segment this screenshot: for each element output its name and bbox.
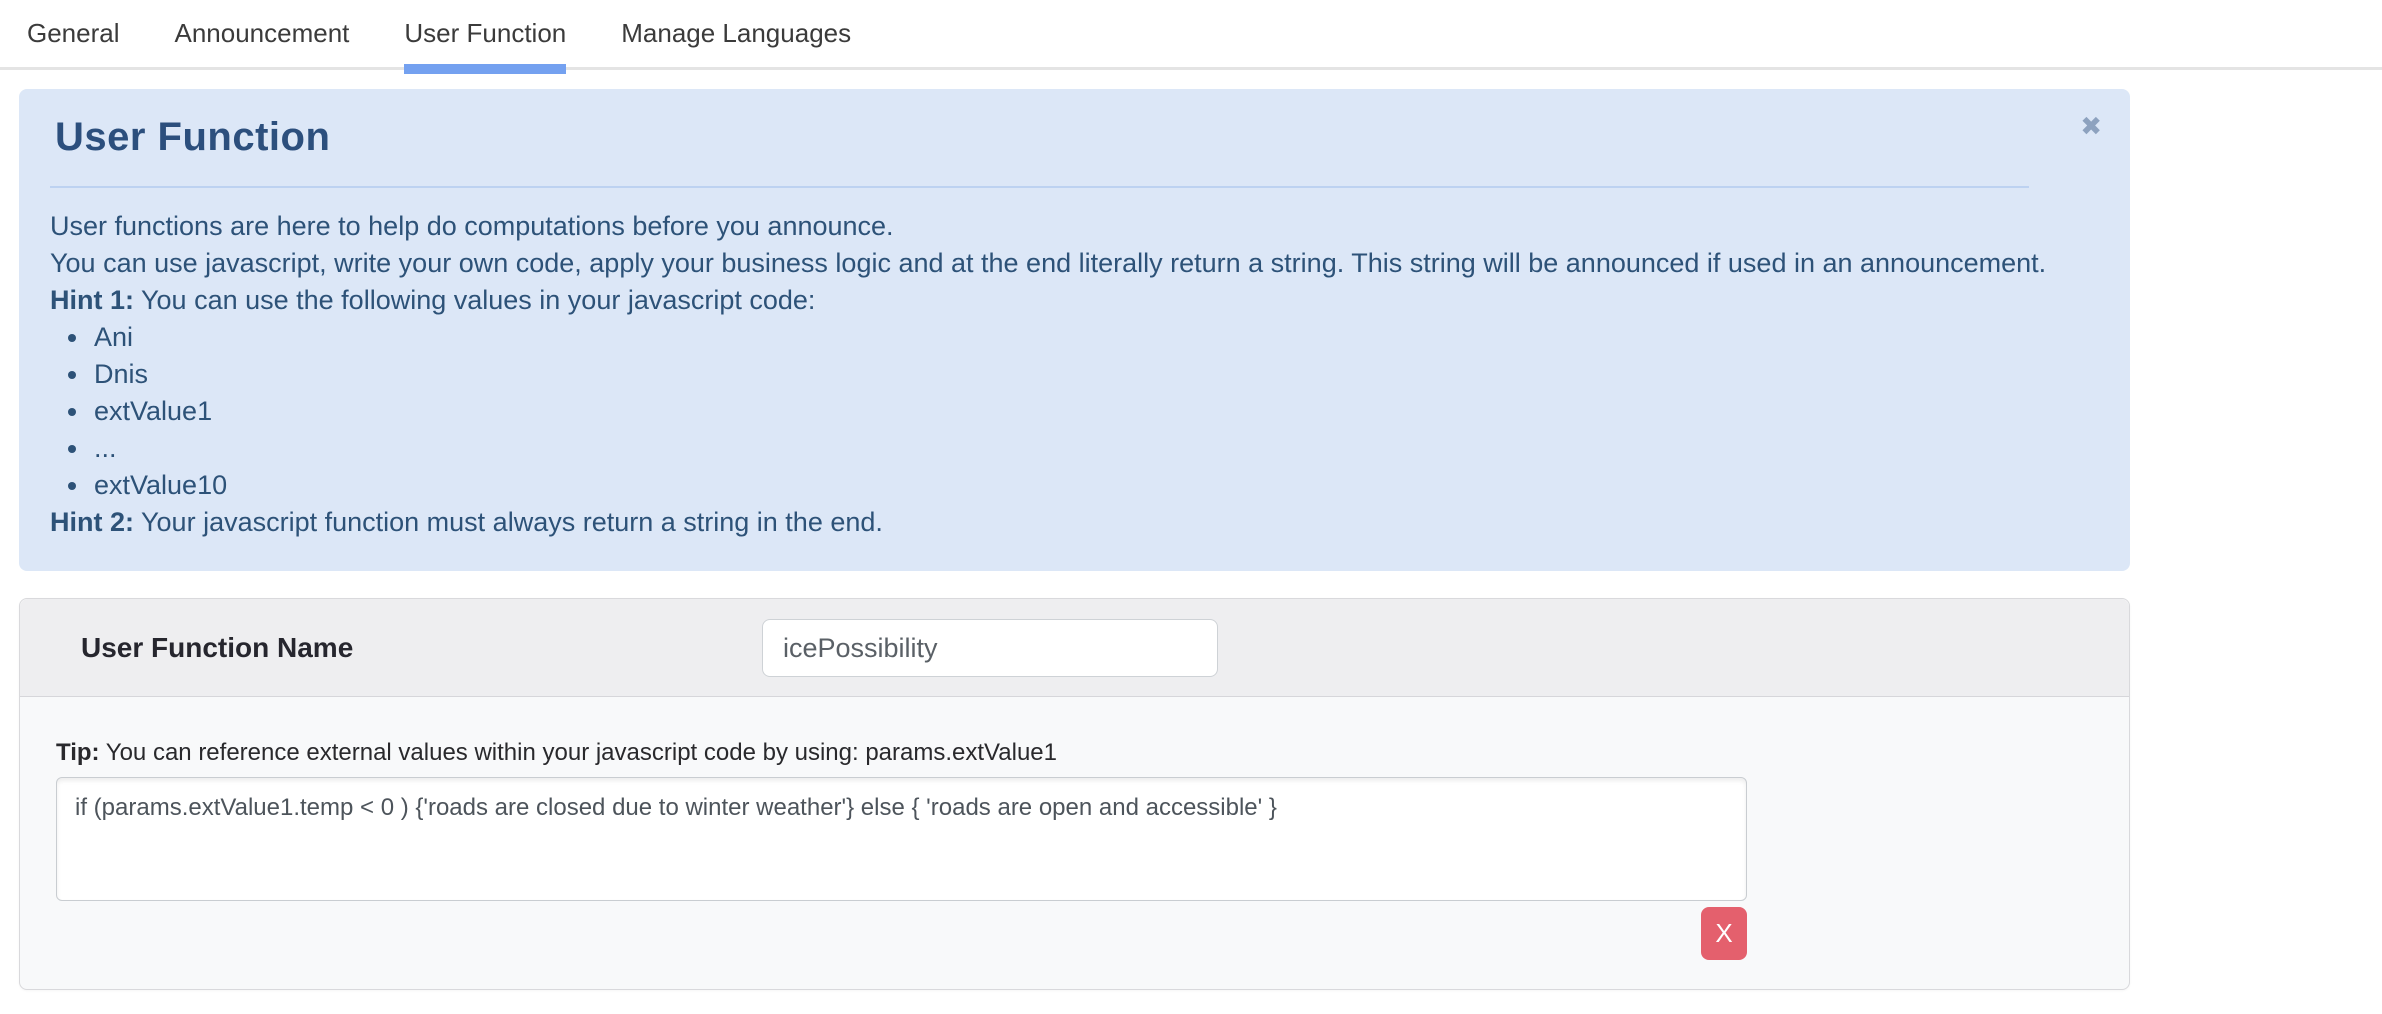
list-item: extValue10 [91, 467, 2099, 504]
list-item: Ani [91, 319, 2099, 356]
list-item: extValue1 [91, 393, 2099, 430]
user-function-info-panel: User Function ✖ User functions are here … [19, 89, 2130, 571]
user-function-name-label: User Function Name [81, 632, 353, 664]
hint-2-text: Your javascript function must always ret… [134, 507, 883, 537]
intro-line-2: You can use javascript, write your own c… [50, 245, 2099, 282]
tab-user-function-label: User Function [404, 18, 566, 49]
info-panel-title: User Function [55, 115, 2099, 160]
user-function-name-input[interactable] [762, 619, 1218, 677]
available-values-list: Ani Dnis extValue1 ... extValue10 [50, 319, 2099, 504]
tab-announcement-label: Announcement [175, 18, 350, 49]
tip-label: Tip: [56, 739, 100, 766]
tab-manage-languages-label: Manage Languages [621, 18, 851, 49]
list-item: Dnis [91, 356, 2099, 393]
tab-general[interactable]: General [27, 0, 120, 67]
tab-announcement[interactable]: Announcement [175, 0, 350, 67]
tab-general-label: General [27, 18, 120, 49]
panel-divider [50, 186, 2029, 188]
user-function-form-card: User Function Name Tip: You can referenc… [19, 598, 2130, 990]
tip-text: You can reference external values within… [100, 739, 1057, 766]
tip-line: Tip: You can reference external values w… [56, 739, 2093, 767]
hint-1-text: You can use the following values in your… [134, 285, 815, 315]
intro-line-1: User functions are here to help do compu… [50, 208, 2099, 245]
hint-2-label: Hint 2: [50, 507, 134, 537]
hint-1-label: Hint 1: [50, 285, 134, 315]
form-card-body: Tip: You can reference external values w… [20, 697, 2129, 989]
button-row: X [56, 907, 1747, 960]
info-panel-body: User functions are here to help do compu… [50, 208, 2099, 541]
hint-1-line: Hint 1: You can use the following values… [50, 282, 2099, 319]
hint-2-line: Hint 2: Your javascript function must al… [50, 504, 2099, 541]
settings-tabbar: General Announcement User Function Manag… [0, 0, 2382, 70]
form-card-header: User Function Name [20, 599, 2129, 697]
list-item: ... [91, 430, 2099, 467]
tab-user-function[interactable]: User Function [404, 0, 566, 67]
tab-manage-languages[interactable]: Manage Languages [621, 0, 851, 67]
close-icon[interactable]: ✖ [2080, 113, 2102, 139]
remove-function-button[interactable]: X [1701, 907, 1747, 960]
javascript-code-textarea[interactable]: if (params.extValue1.temp < 0 ) {'roads … [56, 777, 1747, 901]
